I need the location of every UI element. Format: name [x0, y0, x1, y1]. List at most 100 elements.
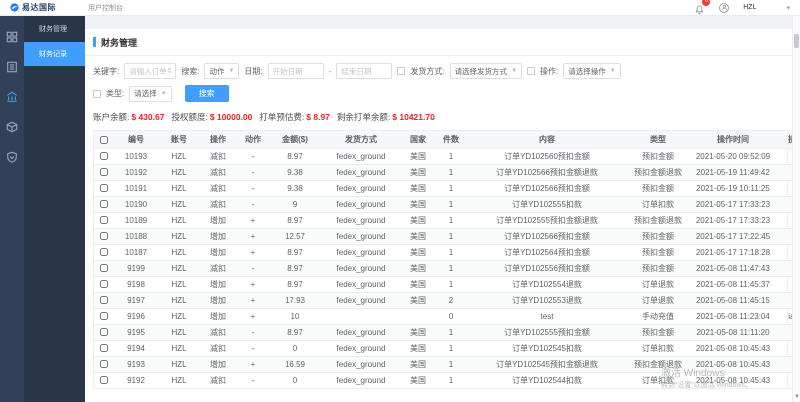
- summary-value: $ 10421.70: [392, 112, 435, 122]
- table-cell: 2021-05-17 17:33:23: [690, 212, 776, 229]
- table-cell: HZL: [158, 324, 200, 341]
- table-cell: fedex_ground: [320, 340, 402, 357]
- table-cell: HZL: [158, 212, 200, 229]
- row-checkbox[interactable]: [100, 360, 108, 369]
- table-cell: [94, 244, 114, 261]
- type-select[interactable]: 请选择 ▼: [129, 85, 172, 102]
- table-cell: 8.97: [270, 148, 320, 165]
- table-row: 9194 HZL 减扣 -0 fedex_ground 美国 1 订单YD102545扣款 订单…: [94, 340, 800, 357]
- dashboard-icon[interactable]: [6, 30, 18, 43]
- row-checkbox[interactable]: [100, 248, 108, 257]
- table-cell: 9199: [114, 260, 158, 277]
- table-cell: -: [236, 196, 270, 213]
- action-select[interactable]: 动作 ▼: [204, 63, 240, 79]
- table-cell: 1: [434, 148, 468, 165]
- table-cell: HZL: [158, 228, 200, 245]
- table-cell: 0: [434, 308, 468, 325]
- row-checkbox[interactable]: [100, 232, 108, 241]
- table-cell: fedex_ground: [320, 292, 402, 309]
- table-cell: 美国: [402, 260, 434, 277]
- row-checkbox[interactable]: [100, 168, 108, 177]
- operation-filter-checkbox[interactable]: [527, 67, 536, 75]
- row-checkbox[interactable]: [100, 312, 108, 321]
- shipping-filter-checkbox[interactable]: [397, 67, 406, 75]
- table-cell: 1: [434, 260, 468, 277]
- row-checkbox[interactable]: [100, 264, 108, 273]
- row-checkbox[interactable]: [100, 200, 108, 209]
- security-icon[interactable]: [6, 150, 18, 163]
- row-checkbox[interactable]: [100, 152, 108, 161]
- table-body: 10193 HZL 减扣 -8.97 fedex_ground 美国 1 订单YD102560…: [94, 148, 800, 389]
- scrollbar-thumb[interactable]: [794, 34, 799, 48]
- chevron-down-icon[interactable]: ▾: [786, 4, 790, 12]
- content-card: 财务管理 关键字: 搜索: 动作▼ 日期: - 发货方式: 请选择发货方式▼ 操…: [85, 29, 800, 402]
- table-cell: 订单YD102555预扣金额: [468, 324, 626, 341]
- table-cell: 订单退款: [626, 276, 690, 293]
- main-content: 财务管理 关键字: 搜索: 动作▼ 日期: - 发货方式: 请选择发货方式▼ 操…: [85, 16, 800, 402]
- orders-icon[interactable]: [6, 60, 18, 73]
- row-checkbox[interactable]: [100, 216, 108, 225]
- table-cell: 9195: [114, 324, 158, 341]
- table-cell: 2021-05-08 11:23:04: [690, 308, 776, 325]
- icon-rail-sidebar: [0, 16, 24, 402]
- table-cell: 8.97: [270, 324, 320, 341]
- table-cell: 增加: [200, 228, 236, 245]
- table-cell: 订单YD102566预扣金额退款: [468, 164, 626, 181]
- table-cell: HZL: [158, 356, 200, 373]
- table-cell: 8.97: [270, 244, 320, 261]
- table-cell: 8.97: [270, 212, 320, 229]
- table-cell: 美国: [402, 292, 434, 309]
- type-filter-checkbox[interactable]: [93, 89, 101, 98]
- keyword-input[interactable]: [124, 63, 177, 79]
- table-row: 9197 HZL 增加 +17.93 fedex_ground 美国 2 订单YD102553…: [94, 292, 800, 309]
- finance-icon[interactable]: [6, 90, 18, 102]
- page-title-row: 财务管理: [85, 29, 800, 56]
- row-checkbox[interactable]: [100, 328, 108, 337]
- operation-select[interactable]: 请选择操作 ▼: [563, 63, 621, 79]
- table-cell: 1: [434, 356, 468, 373]
- table-header-cell: 账号: [158, 131, 200, 149]
- products-icon[interactable]: [6, 120, 18, 133]
- table-row: 9192 HZL 减扣 -0 fedex_ground 美国 1 订单YD102544扣款 订单…: [94, 372, 800, 389]
- operation-label: 操作:: [540, 66, 559, 76]
- row-checkbox[interactable]: [100, 296, 108, 305]
- scrollbar-down-arrow[interactable]: ▼: [793, 394, 800, 400]
- table-cell: 2021-05-08 11:11:20: [690, 324, 776, 341]
- username[interactable]: HZL: [743, 4, 756, 11]
- table-cell: 预扣金额: [626, 228, 690, 245]
- summary-label: 账户余额:: [93, 112, 130, 122]
- date-end-input[interactable]: [336, 63, 393, 79]
- shipping-select[interactable]: 请选择发货方式 ▼: [449, 63, 523, 79]
- table-cell: 1: [434, 228, 468, 245]
- user-avatar-icon[interactable]: [719, 2, 730, 13]
- table-cell: -: [236, 164, 270, 181]
- vertical-scrollbar[interactable]: ▼: [792, 16, 800, 402]
- row-checkbox[interactable]: [100, 280, 108, 289]
- table-header-cell: 操作时间: [690, 131, 776, 149]
- table-cell: 预扣金额: [626, 148, 690, 165]
- table-row: 9193 HZL 增加 +16.59 fedex_ground 美国 1 订单YD102545…: [94, 356, 800, 373]
- row-checkbox[interactable]: [100, 184, 108, 193]
- table-cell: 2021-05-17 17:33:23: [690, 196, 776, 213]
- table-cell: 9.38: [270, 180, 320, 197]
- table-cell: 减扣: [200, 372, 236, 389]
- table-cell: [94, 356, 114, 373]
- topbar: 易达国际 用户控制台 6 HZL ▾: [0, 0, 800, 16]
- summary-value: $ 430.67: [131, 112, 165, 122]
- select-all-checkbox[interactable]: [100, 135, 108, 144]
- sidebar-item-finance-records[interactable]: 财务记录: [24, 42, 85, 66]
- app-logo[interactable]: 易达国际: [10, 2, 56, 13]
- date-start-input[interactable]: [267, 63, 324, 79]
- summary-item: 剩余打单余额: $ 10421.70: [337, 111, 435, 123]
- summary-value: $ 8.97: [306, 112, 330, 122]
- row-checkbox[interactable]: [100, 344, 108, 353]
- sidebar-item-finance-management[interactable]: 财务管理: [24, 16, 85, 42]
- console-label: 用户控制台: [88, 4, 123, 12]
- table-cell: 预扣金额退款: [626, 212, 690, 229]
- search-button[interactable]: 搜索: [184, 85, 229, 102]
- table-cell: 2021-05-08 10:45:43: [690, 372, 776, 389]
- table-cell: 增加: [200, 356, 236, 373]
- bell-icon[interactable]: 6: [694, 0, 711, 15]
- table-cell: [94, 308, 114, 325]
- row-checkbox[interactable]: [100, 376, 108, 385]
